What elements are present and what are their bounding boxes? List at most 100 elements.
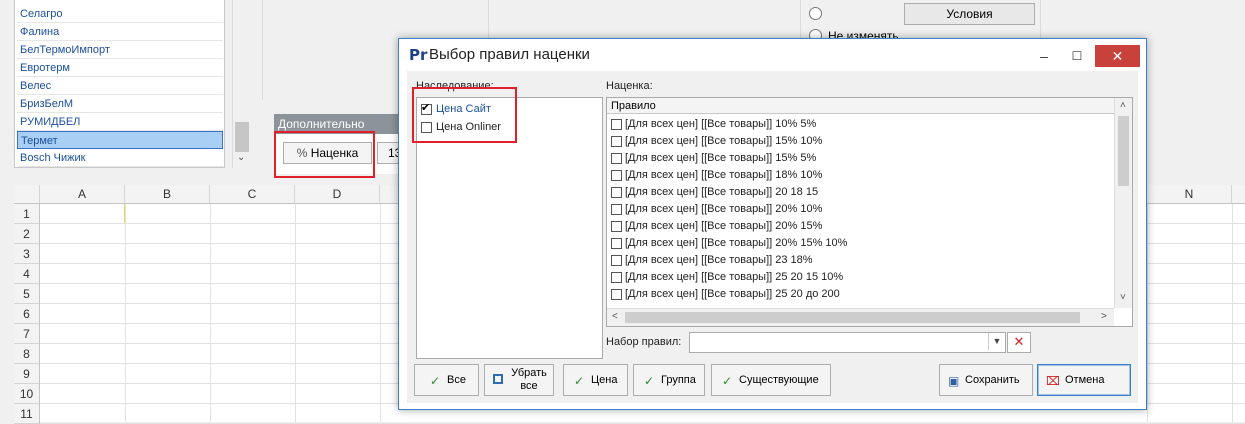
minimize-button[interactable]: –: [1030, 45, 1058, 67]
corner-cell[interactable]: [14, 185, 40, 204]
row-header[interactable]: 7: [14, 324, 40, 344]
check-icon: ✓: [722, 374, 733, 388]
cancel-x-icon: ⌧: [1046, 374, 1060, 388]
rules-grid[interactable]: Правило [Для всех цен] [[Все товары]] 10…: [606, 97, 1133, 327]
existing-button[interactable]: ✓ Существующие: [711, 364, 831, 396]
grid-header-rule[interactable]: Правило: [607, 98, 1114, 114]
square-icon: [493, 374, 503, 384]
company-list-item[interactable]: БризБелМ: [17, 95, 223, 113]
company-list-item[interactable]: Велес: [17, 77, 223, 95]
group-button[interactable]: ✓ Группа: [633, 364, 705, 396]
save-label: Сохранить: [965, 374, 1020, 386]
grid-line: [125, 204, 126, 422]
rule-text: [Для всех цен] [[Все товары]] 20% 15% 10…: [625, 237, 848, 249]
rule-text: [Для всех цен] [[Все товары]] 20% 10%: [625, 203, 823, 215]
rule-checkbox[interactable]: [611, 221, 622, 232]
row-header[interactable]: 8: [14, 344, 40, 364]
remove-all-button[interactable]: Убрать все: [484, 364, 554, 396]
radio-no-change-label: Не изменять: [828, 29, 899, 38]
dialog-title: Выбор правил наценки: [429, 46, 590, 63]
rule-checkbox[interactable]: [611, 136, 622, 147]
grid-line: [210, 204, 211, 422]
divider: [488, 0, 489, 40]
row-header[interactable]: 1: [14, 204, 40, 224]
column-header-c[interactable]: C: [210, 185, 295, 204]
close-button[interactable]: ✕: [1095, 45, 1140, 67]
rule-checkbox[interactable]: [611, 255, 622, 266]
rule-text: [Для всех цен] [[Все товары]] 25 20 15 1…: [625, 271, 844, 283]
scroll-thumb[interactable]: [235, 122, 249, 152]
column-header-b[interactable]: B: [125, 185, 210, 204]
chevron-up-icon[interactable]: ˄: [1120, 100, 1126, 111]
price-button[interactable]: ✓ Цена: [563, 364, 628, 396]
column-header-d[interactable]: D: [295, 185, 380, 204]
company-list-item[interactable]: Термет: [17, 131, 223, 149]
partial-button[interactable]: 13: [377, 142, 401, 164]
markup-rules-dialog: Pr Выбор правил наценки – ☐ ✕ Наследован…: [398, 38, 1147, 410]
chevron-left-icon[interactable]: <: [612, 311, 618, 322]
company-list[interactable]: Селагро Фалина БелТермоИмпорт Евротерм Велес…: [14, 0, 225, 168]
rule-checkbox[interactable]: [611, 204, 622, 215]
column-header-a[interactable]: A: [40, 185, 125, 204]
rule-text: [Для всех цен] [[Все товары]] 23 18%: [625, 254, 813, 266]
company-list-item[interactable]: БелТермоИмпорт: [17, 41, 223, 59]
rule-text: [Для всех цен] [[Все товары]] 25 20 до 2…: [625, 288, 840, 300]
chevron-down-icon[interactable]: ▼: [988, 333, 1005, 350]
rule-checkbox[interactable]: [611, 238, 622, 249]
conditions-button[interactable]: Условия: [904, 3, 1035, 25]
ruleset-combobox[interactable]: ▼: [689, 332, 1006, 353]
company-list-item[interactable]: РУМИДБЕЛ: [17, 113, 223, 131]
divider: [800, 0, 801, 40]
rules-horizontal-scrollbar[interactable]: < >: [607, 308, 1114, 326]
rule-text: [Для всех цен] [[Все товары]] 15% 5%: [625, 152, 817, 164]
rule-checkbox[interactable]: [611, 153, 622, 164]
grid-line: [1147, 204, 1148, 422]
column-header-n[interactable]: N: [1147, 185, 1232, 204]
rule-checkbox[interactable]: [611, 119, 622, 130]
chevron-down-icon[interactable]: ˅: [1120, 292, 1126, 303]
dialog-titlebar[interactable]: Pr Выбор правил наценки – ☐ ✕: [399, 39, 1146, 71]
clear-ruleset-button[interactable]: ✕: [1007, 332, 1031, 353]
rules-vertical-scrollbar[interactable]: ˄ ˅: [1114, 98, 1132, 308]
remove-all-label: Убрать все: [511, 367, 547, 392]
row-header[interactable]: 11: [14, 404, 40, 424]
rule-text: [Для всех цен] [[Все товары]] 15% 10%: [625, 135, 823, 147]
row-header[interactable]: 5: [14, 284, 40, 304]
chevron-down-icon[interactable]: ⌄: [237, 152, 245, 163]
row-header[interactable]: 2: [14, 224, 40, 244]
company-list-item[interactable]: Селагро: [17, 5, 223, 23]
rule-checkbox[interactable]: [611, 272, 622, 283]
close-icon: ✕: [1013, 334, 1025, 349]
row-header[interactable]: 4: [14, 264, 40, 284]
company-list-scrollbar[interactable]: ⌄: [232, 0, 250, 168]
scroll-thumb[interactable]: [1118, 116, 1129, 186]
highlight-box: [274, 131, 375, 178]
check-icon: ✓: [644, 374, 655, 388]
rule-text: [Для всех цен] [[Все товары]] 10% 5%: [625, 118, 817, 130]
scroll-thumb[interactable]: [625, 312, 1080, 323]
maximize-button[interactable]: ☐: [1063, 45, 1091, 67]
grid-line: [1232, 204, 1233, 422]
rule-checkbox[interactable]: [611, 170, 622, 181]
company-list-item[interactable]: Bosch Чижик: [17, 149, 223, 167]
selected-cell[interactable]: [40, 204, 125, 224]
row-header[interactable]: 9: [14, 364, 40, 384]
column-header[interactable]: [1232, 185, 1245, 204]
chevron-right-icon[interactable]: >: [1101, 311, 1107, 322]
grid-line: [380, 204, 381, 422]
select-all-button[interactable]: ✓ Все: [414, 364, 479, 396]
company-list-item[interactable]: Евротерм: [17, 59, 223, 77]
rule-checkbox[interactable]: [611, 187, 622, 198]
save-button[interactable]: ▣ Сохранить: [939, 364, 1033, 396]
row-header[interactable]: 6: [14, 304, 40, 324]
dialog-body: Наследование: Цена Сайт Цена Onliner Нац…: [407, 71, 1138, 403]
row-header[interactable]: 3: [14, 244, 40, 264]
company-list-item[interactable]: Фалина: [17, 23, 223, 41]
group-label: Группа: [661, 374, 696, 386]
cancel-button[interactable]: ⌧ Отмена: [1037, 364, 1131, 396]
row-header[interactable]: 10: [14, 384, 40, 404]
rule-checkbox[interactable]: [611, 289, 622, 300]
price-label: Цена: [591, 374, 618, 386]
ruleset-label: Набор правил:: [606, 336, 682, 348]
radio-option[interactable]: [809, 7, 822, 20]
